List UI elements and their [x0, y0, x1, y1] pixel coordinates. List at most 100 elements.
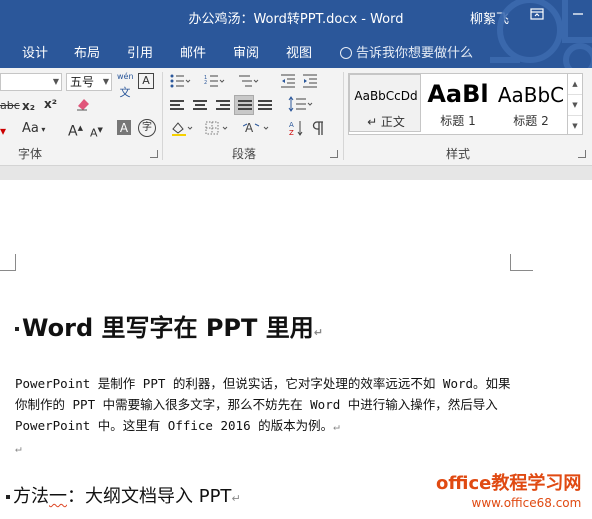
superscript-label: x²	[44, 97, 57, 111]
style-heading2[interactable]: AaBbC 标题 2	[495, 74, 567, 132]
scroll-down-icon[interactable]: ▼	[568, 95, 582, 116]
style-name: 标题 1	[440, 114, 476, 128]
align-center-icon[interactable]	[193, 100, 207, 112]
justify-button[interactable]	[234, 95, 254, 115]
paragraph-mark: ↵	[231, 492, 241, 505]
tab-layout[interactable]: 布局	[74, 42, 100, 61]
borders-icon[interactable]	[204, 120, 230, 140]
lightbulb-icon	[340, 47, 352, 59]
body-paragraph[interactable]: PowerPoint 是制作 PPT 的利器，但说实话，它对字处理的效率远远不如…	[15, 373, 515, 459]
page-gap	[0, 166, 592, 180]
bullets-icon[interactable]	[170, 74, 192, 92]
style-normal[interactable]: AaBbCcDd ↵ 正文	[349, 74, 421, 132]
strikethrough-button[interactable]: abc	[0, 98, 20, 114]
show-marks-icon[interactable]	[311, 120, 325, 140]
heading-1-text: Word 里写字在 PPT 里用	[22, 314, 314, 342]
subscript-label: x₂	[22, 99, 35, 113]
text-effects-label: Aa	[22, 121, 39, 136]
tab-design[interactable]: 设计	[22, 42, 48, 61]
font-color-marker[interactable]: ▾	[0, 123, 6, 139]
tab-review[interactable]: 审阅	[233, 42, 259, 61]
enclose-circle-button[interactable]: 字	[138, 119, 156, 137]
clear-formatting-icon[interactable]	[75, 96, 91, 116]
more-styles-icon[interactable]: ▼	[568, 116, 582, 136]
svg-text:A: A	[289, 121, 294, 129]
svg-text:Z: Z	[289, 129, 294, 137]
style-preview: AaBl	[427, 80, 489, 108]
phonetic-guide-label: wén	[117, 72, 134, 81]
paragraph-mark: ↵	[313, 326, 323, 339]
increase-indent-icon[interactable]	[302, 74, 318, 92]
watermark-url: www.office68.com	[471, 496, 582, 510]
char-shading-button[interactable]: A	[117, 120, 131, 135]
site-watermark: office教程学习网 www.office68.com	[436, 469, 581, 510]
watermark-title: office教程学习网	[436, 473, 582, 494]
styles-scroll: ▲ ▼ ▼	[567, 73, 583, 135]
group-separator	[343, 72, 344, 160]
svg-text:A: A	[245, 121, 254, 135]
heading-2[interactable]: 方法一：大纲文档导入 PPT↵	[6, 482, 241, 508]
chinese-layout-icon[interactable]: A	[242, 120, 271, 140]
title-decoration	[470, 0, 592, 68]
superscript-button[interactable]: x²	[44, 96, 57, 112]
paragraph-launcher-icon[interactable]	[330, 150, 338, 158]
ribbon: ▼ 五号 ▼ wén 文 A abc x₂ x² ▾ Aa ▾ A▲ A▼ A 字 …	[0, 68, 592, 166]
heading-2-text-a: 方法	[13, 486, 49, 507]
align-left-icon[interactable]	[170, 100, 184, 112]
paragraph-mark: ↵	[15, 442, 22, 455]
shading-icon[interactable]	[170, 120, 194, 140]
styles-group-label: 样式	[446, 147, 471, 161]
style-name: ↵ 正文	[367, 115, 405, 129]
heading-1[interactable]: Word 里写字在 PPT 里用↵	[15, 308, 323, 343]
font-name-combo[interactable]: ▼	[0, 73, 62, 91]
phonetic-guide-button[interactable]: wén 文	[117, 69, 134, 102]
shrink-font-label: A	[90, 126, 98, 140]
paragraph-text: PowerPoint 是制作 PPT 的利器，但说实话，它对字处理的效率远远不如…	[15, 376, 511, 433]
style-preview: AaBbC	[497, 83, 565, 107]
line-spacing-icon[interactable]	[288, 96, 314, 116]
tab-mailings[interactable]: 邮件	[180, 42, 206, 61]
crop-mark	[510, 254, 533, 271]
enclose-circle-label: 字	[142, 122, 152, 133]
multilevel-list-icon[interactable]	[238, 74, 260, 92]
font-group-label: 字体	[18, 147, 43, 161]
font-size-value: 五号	[70, 75, 95, 89]
align-right-icon[interactable]	[216, 100, 230, 112]
tab-references[interactable]: 引用	[127, 42, 153, 61]
distributed-icon[interactable]	[258, 100, 272, 112]
shrink-font-button[interactable]: A▼	[90, 122, 103, 142]
numbering-icon[interactable]: 12	[204, 74, 226, 92]
enclose-char-label: A	[142, 74, 150, 87]
tell-me-text: 告诉我你想要做什么	[356, 46, 474, 61]
styles-gallery: AaBbCcDd ↵ 正文 AaBl 标题 1 AaBbC 标题 2	[348, 73, 568, 135]
style-preview: AaBbCcDd	[354, 89, 418, 103]
crop-mark	[0, 254, 16, 271]
svg-text:2: 2	[204, 80, 207, 86]
style-heading1[interactable]: AaBl 标题 1	[422, 74, 494, 132]
subscript-button[interactable]: x₂	[22, 98, 35, 114]
styles-launcher-icon[interactable]	[578, 150, 586, 158]
grow-font-label: A	[68, 123, 78, 140]
style-name: 标题 2	[513, 114, 549, 128]
font-size-combo[interactable]: 五号 ▼	[66, 73, 112, 91]
paragraph-group-label: 段落	[232, 147, 257, 161]
justify-icon	[238, 100, 252, 112]
text-effects-button[interactable]: Aa ▾	[22, 121, 45, 138]
phonetic-char: 文	[119, 86, 131, 99]
char-shading-label: A	[119, 121, 129, 135]
enclose-char-button[interactable]: A	[138, 73, 154, 89]
heading-2-text-b: ：大纲文档导入 PPT	[67, 486, 232, 507]
heading-bullet	[6, 495, 10, 499]
tab-view[interactable]: 视图	[286, 42, 312, 61]
sort-icon[interactable]: AZ	[289, 119, 305, 141]
group-separator	[162, 72, 163, 160]
grow-font-button[interactable]: A▲	[68, 120, 83, 140]
strikethrough-label: abc	[0, 99, 20, 112]
heading-bullet	[15, 327, 19, 331]
decrease-indent-icon[interactable]	[280, 74, 296, 92]
spelling-error: 一	[49, 486, 67, 507]
font-launcher-icon[interactable]	[150, 150, 158, 158]
paragraph-mark: ↵	[333, 420, 340, 433]
tell-me-box[interactable]: 告诉我你想要做什么	[340, 42, 473, 61]
scroll-up-icon[interactable]: ▲	[568, 74, 582, 95]
